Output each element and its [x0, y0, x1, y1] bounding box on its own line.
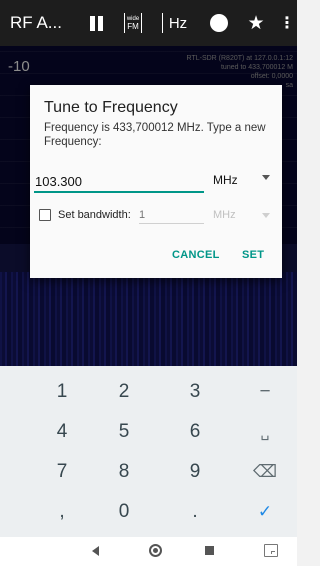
- key-1[interactable]: 1: [27, 374, 97, 410]
- numeric-keyboard: 1 2 3 − 4 5 6 ␣ 7 8 9 ⌫ , 0 . ✓: [0, 366, 297, 537]
- key-done[interactable]: ✓: [230, 494, 300, 530]
- record-icon[interactable]: [209, 13, 229, 33]
- key-minus[interactable]: −: [230, 374, 300, 410]
- demod-icon-bottom-text: FM: [127, 22, 139, 31]
- back-icon[interactable]: [92, 546, 99, 556]
- star-icon[interactable]: ★: [246, 13, 266, 34]
- dialog-message: Frequency is 433,700012 MHz. Type a new …: [44, 122, 266, 148]
- hz-label: Hz: [168, 14, 188, 32]
- key-6[interactable]: 6: [160, 414, 230, 450]
- set-bandwidth-label[interactable]: Set bandwidth:: [58, 209, 131, 221]
- key-backspace[interactable]: ⌫: [230, 454, 300, 490]
- dialog-title: Tune to Frequency: [44, 99, 178, 116]
- key-0[interactable]: 0: [89, 494, 159, 530]
- home-icon[interactable]: [149, 544, 162, 557]
- keyboard-switch-icon[interactable]: [264, 544, 278, 557]
- bandwidth-unit-select[interactable]: MHz: [213, 209, 236, 221]
- key-period[interactable]: .: [160, 494, 230, 530]
- key-5[interactable]: 5: [89, 414, 159, 450]
- more-vert-icon[interactable]: ⋮: [279, 13, 295, 33]
- pause-icon[interactable]: [88, 13, 104, 33]
- tune-frequency-dialog: Tune to Frequency Frequency is 433,70001…: [30, 85, 282, 278]
- recents-icon[interactable]: [205, 546, 214, 555]
- frequency-hz-icon[interactable]: Hz: [162, 13, 190, 33]
- key-8[interactable]: 8: [89, 454, 159, 490]
- key-space[interactable]: ␣: [230, 414, 300, 450]
- key-7[interactable]: 7: [27, 454, 97, 490]
- key-comma[interactable]: ,: [27, 494, 97, 530]
- frequency-input[interactable]: [34, 171, 204, 193]
- set-button[interactable]: SET: [242, 249, 264, 261]
- chevron-down-icon[interactable]: [262, 175, 270, 180]
- app-bar: RF A... wide FM Hz ★ ⋮: [0, 0, 297, 46]
- cancel-button[interactable]: CANCEL: [172, 249, 220, 261]
- key-9[interactable]: 9: [160, 454, 230, 490]
- app-title: RF A...: [10, 13, 62, 32]
- bandwidth-input[interactable]: [139, 206, 204, 224]
- frequency-unit-select[interactable]: MHz: [213, 173, 238, 187]
- chevron-down-icon[interactable]: [262, 213, 270, 218]
- key-3[interactable]: 3: [160, 374, 230, 410]
- set-bandwidth-checkbox[interactable]: [39, 209, 51, 221]
- demodulation-wfm-icon[interactable]: wide FM: [124, 13, 142, 33]
- key-2[interactable]: 2: [89, 374, 159, 410]
- system-nav-bar: [0, 537, 297, 566]
- waterfall-view[interactable]: [0, 272, 297, 366]
- dialog-scrim: [0, 272, 297, 366]
- key-4[interactable]: 4: [27, 414, 97, 450]
